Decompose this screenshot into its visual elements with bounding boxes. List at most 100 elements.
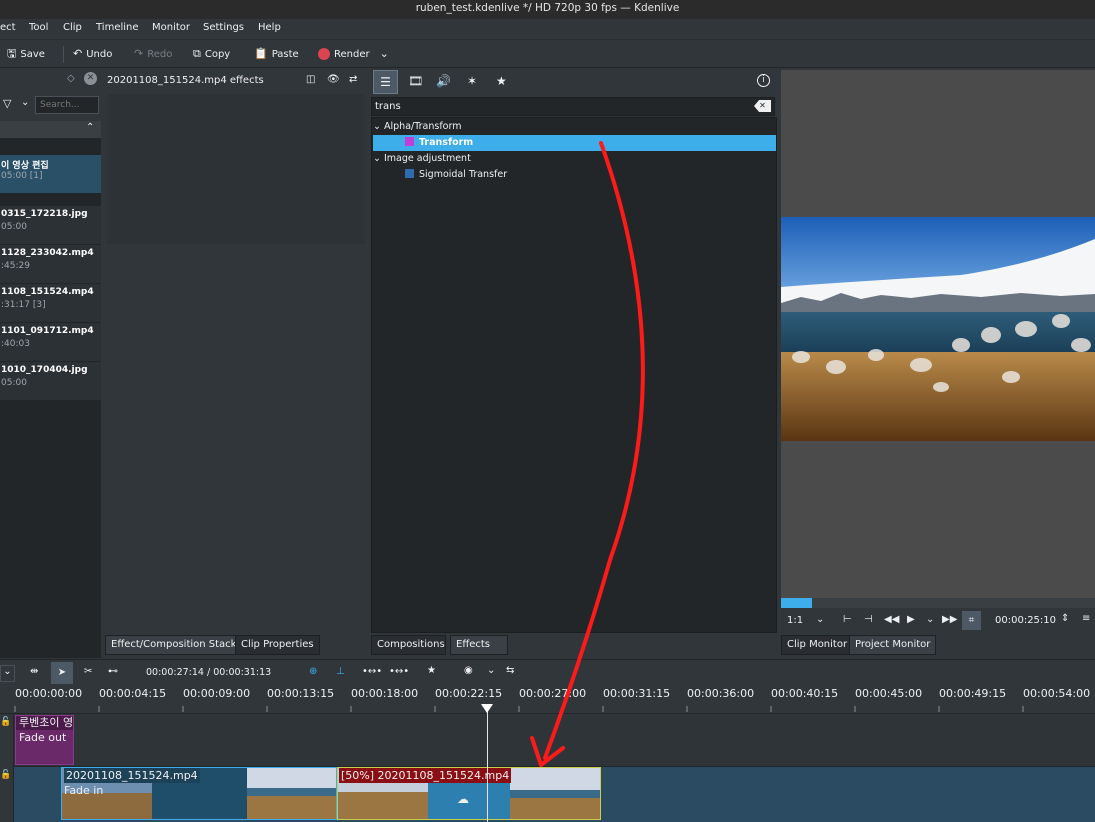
window-title: ruben_test.kdenlive */ HD 720p 30 fps — …	[0, 0, 1095, 19]
menu-icon[interactable]: ≡	[1082, 613, 1090, 624]
timeline-position: 00:00:27:14 / 00:00:31:13	[146, 667, 272, 678]
clip-name: 루벤초이 영	[16, 716, 73, 730]
set-zone-in-icon[interactable]: ⊢	[843, 614, 852, 625]
video-clip-2[interactable]: [50%] 20201108_151524.mp4 ☁	[337, 767, 601, 820]
redo-button[interactable]: ↷ Redo	[134, 46, 172, 62]
menu-timeline[interactable]: Timeline	[96, 22, 139, 33]
bin-item[interactable]: 1010_170404.jpg 05:00	[0, 362, 101, 400]
effect-item-transform[interactable]: Transform	[373, 135, 776, 151]
tab-compositions[interactable]: Compositions	[371, 635, 446, 655]
close-icon[interactable]: ✕	[84, 72, 97, 85]
lift-icon[interactable]: •↔•	[362, 666, 382, 677]
paste-button[interactable]: 📋 Paste	[254, 46, 299, 62]
overwrite-icon[interactable]: ⊥	[336, 666, 345, 677]
dock-float-icon[interactable]: ◇	[67, 73, 75, 84]
undo-label: Undo	[86, 48, 113, 60]
list-view-icon[interactable]: ☰	[373, 70, 398, 94]
chevron-down-icon[interactable]: ⌄	[926, 614, 934, 625]
razor-tool-icon[interactable]: ✂	[84, 666, 92, 677]
forward-icon[interactable]: ▶▶	[942, 614, 957, 625]
set-zone-out-icon[interactable]: ⊣	[864, 614, 873, 625]
insert-icon[interactable]: ⊕	[309, 666, 317, 677]
tab-clip-properties[interactable]: Clip Properties	[235, 635, 320, 655]
bin-item-name: 1108_151524.mp4	[1, 287, 94, 297]
chevron-down-icon[interactable]: ⌄	[487, 665, 495, 676]
spacer-tool-icon[interactable]: ⊷	[108, 666, 118, 677]
menu-monitor[interactable]: Monitor	[152, 22, 190, 33]
lock-icon[interactable]: 🔓	[0, 770, 11, 780]
compare-icon[interactable]: ⇄	[349, 74, 357, 85]
eye-icon[interactable]: 👁	[327, 74, 340, 85]
chevron-down-icon[interactable]: ⌄	[21, 97, 29, 108]
menu-help[interactable]: Help	[258, 22, 281, 33]
monitor-timecode[interactable]: 00:00:25:10	[995, 615, 1056, 626]
bin-item[interactable]: 1108_151524.mp4:31:17 [3]	[0, 284, 101, 322]
extract-icon[interactable]: •↔•	[389, 666, 409, 677]
tab-clip-monitor[interactable]: Clip Monitor	[781, 635, 854, 655]
tab-effect-composition-stack[interactable]: Effect/Composition Stack	[105, 635, 243, 655]
playhead-marker[interactable]	[481, 704, 493, 713]
custom-effects-icon[interactable]: ✶	[467, 74, 477, 88]
favorites-icon[interactable]: ★	[496, 74, 507, 88]
bin-search-input[interactable]	[35, 96, 99, 114]
title-clip[interactable]: 루벤초이 영 Fade out	[15, 715, 74, 765]
monitor-view	[781, 70, 1095, 598]
undo-icon: ↶	[73, 47, 83, 60]
monitor-zone	[781, 598, 812, 608]
effect-drop-icon: ☁	[457, 792, 469, 806]
render-button[interactable]: Render ⌄	[318, 46, 389, 62]
filter-icon[interactable]: ▽	[3, 97, 11, 110]
favorite-effects-icon[interactable]: ★	[427, 665, 436, 676]
snap-icon[interactable]: ◉	[464, 665, 473, 676]
info-icon[interactable]: i	[757, 74, 770, 87]
menu-tool[interactable]: Tool	[29, 22, 48, 33]
save-label: Save	[20, 48, 45, 60]
monitor-ruler[interactable]	[781, 598, 1095, 608]
sigmoidal-effect-icon	[405, 169, 414, 178]
select-tool-icon[interactable]: ➤	[51, 662, 73, 684]
tab-effects[interactable]: Effects	[450, 635, 508, 655]
menu-project[interactable]: ect	[0, 22, 16, 33]
render-label: Render	[334, 48, 370, 60]
zoom-select[interactable]: 1:1	[787, 615, 803, 626]
spinbox-icon[interactable]: ⇕	[1061, 613, 1069, 624]
save-button[interactable]: 🖫 Save	[7, 46, 45, 62]
copy-button[interactable]: ⧉ Copy	[193, 46, 230, 62]
effects-search-input[interactable]	[371, 97, 775, 116]
split-view-icon[interactable]: ◫	[306, 74, 315, 85]
chevron-down-icon[interactable]: ⌄	[0, 665, 15, 682]
playhead[interactable]	[487, 704, 488, 822]
ruler-label: 00:00:22:15	[435, 687, 503, 700]
bin-item-duration: 05:00	[1, 378, 27, 388]
audio-effects-icon[interactable]: 🔊	[436, 74, 451, 88]
effects-tree: ⌄ Alpha/Transform Transform ⌄ Image adju…	[371, 117, 777, 633]
video-effects-icon[interactable]: 🎞	[408, 74, 423, 88]
lock-icon[interactable]: 🔓	[0, 717, 11, 727]
track-v2: 루벤초이 영 Fade out	[14, 715, 1095, 767]
project-bin: ◇ ✕ ▽ ⌄ ⌃ 이 영상 편집05:00 [1] 0315_172218.j…	[0, 70, 101, 658]
bin-item[interactable]: 0315_172218.jpg 05:00	[0, 206, 101, 244]
rewind-icon[interactable]: ◀◀	[884, 614, 899, 625]
save-icon: 🖫	[7, 47, 17, 60]
menu-clip[interactable]: Clip	[63, 22, 82, 33]
undo-button[interactable]: ↶ Undo	[73, 46, 112, 62]
chevron-up-icon[interactable]: ⌃	[86, 122, 94, 133]
effect-group-alpha-transform[interactable]: ⌄ Alpha/Transform	[373, 119, 776, 135]
video-clip-1[interactable]: 20201108_151524.mp4 Fade in	[61, 767, 337, 820]
menu-settings[interactable]: Settings	[203, 22, 244, 33]
crop-icon[interactable]: ⌗	[962, 611, 981, 630]
toolbar-divider	[63, 46, 64, 63]
bin-item[interactable]: 1128_233042.mp4:45:29	[0, 245, 101, 283]
effect-item-sigmoidal-transfer[interactable]: Sigmoidal Transfer	[373, 167, 776, 183]
bin-item[interactable]: 1101_091712.mp4:40:03	[0, 323, 101, 361]
effect-group-image-adjustment[interactable]: ⌄ Image adjustment	[373, 151, 776, 167]
bin-item[interactable]: 이 영상 편집 05:00 [1]	[0, 155, 101, 193]
bin-header: ⌃	[0, 121, 101, 138]
monitor-controls: 1:1 ⌄ ⊢ ⊣ ◀◀ ▶ ⌄ ▶▶ ⌗ 00:00:25:10 ⇕ ≡	[781, 610, 1095, 632]
razor-mode-icon[interactable]: ⇹	[30, 666, 38, 677]
chevron-down-icon[interactable]: ⌄	[816, 614, 824, 625]
play-icon[interactable]: ▶	[907, 614, 915, 625]
redo-label: Redo	[147, 48, 173, 60]
mixer-icon[interactable]: ⇆	[506, 665, 514, 676]
tab-project-monitor[interactable]: Project Monitor	[849, 635, 937, 655]
